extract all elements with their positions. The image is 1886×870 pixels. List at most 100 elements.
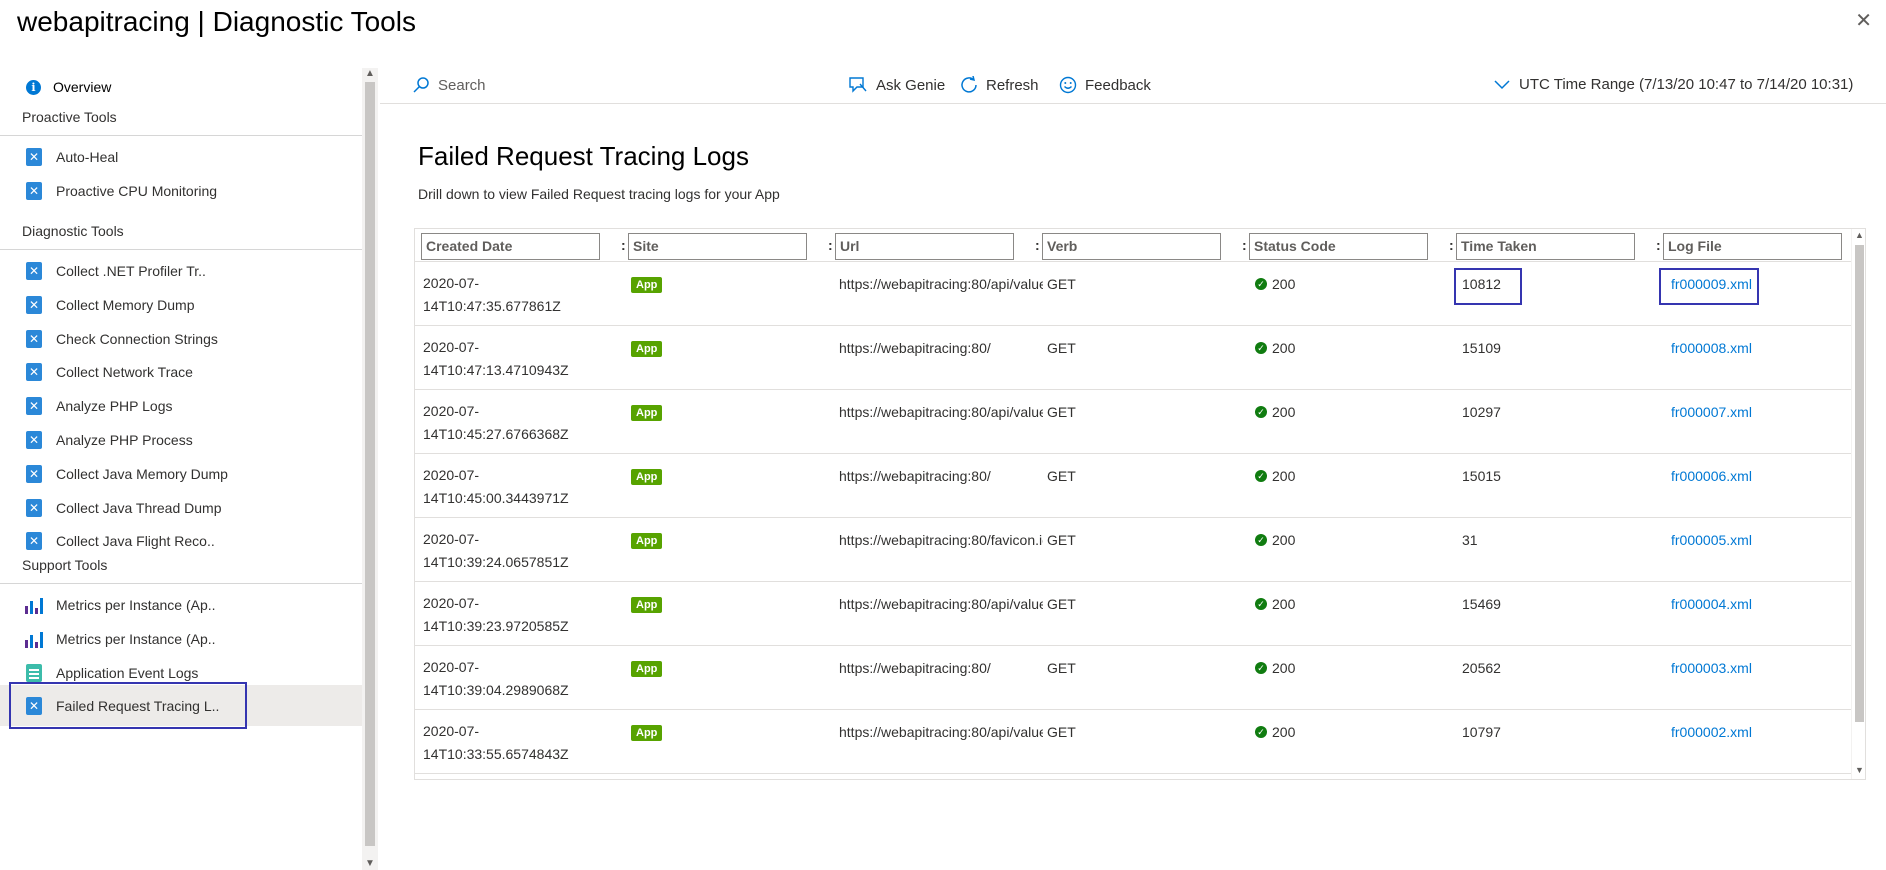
table-scrollbar[interactable]: ▲ ▼ bbox=[1851, 229, 1865, 779]
selection-highlight bbox=[9, 682, 247, 729]
column-header-site[interactable]: Site bbox=[628, 233, 807, 260]
created-date-line: 14T10:39:23.9720585Z bbox=[423, 618, 569, 634]
success-check-icon: ✓ bbox=[1255, 470, 1267, 482]
column-header-status-code[interactable]: Status Code bbox=[1249, 233, 1428, 260]
log-file-link[interactable]: fr000008.xml bbox=[1671, 340, 1752, 356]
status-cell: ✓ 200 bbox=[1255, 276, 1295, 292]
time-range-picker[interactable]: UTC Time Range (7/13/20 10:47 to 7/14/20… bbox=[1493, 76, 1853, 93]
site-cell: App bbox=[631, 339, 663, 357]
sidebar-item-label: Analyze PHP Logs bbox=[56, 397, 173, 414]
table-row[interactable]: 2020-07- 14T10:47:13.4710943Z App https://w… bbox=[415, 326, 1851, 390]
search-placeholder: Search bbox=[438, 76, 486, 94]
log-file-link[interactable]: fr000004.xml bbox=[1671, 596, 1752, 612]
column-resize-handle[interactable]: : bbox=[621, 237, 626, 253]
event-log-icon bbox=[26, 663, 42, 682]
search-input[interactable]: Search bbox=[412, 76, 486, 94]
command-bar: Search Ask Genie Refresh Feedback UTC Ti… bbox=[380, 68, 1886, 104]
created-date-cell: 2020-07- 14T10:47:35.677861Z bbox=[423, 272, 593, 318]
ask-genie-button[interactable]: Ask Genie bbox=[848, 76, 945, 94]
site-cell: App bbox=[631, 467, 663, 485]
verb-cell: GET bbox=[1047, 276, 1076, 292]
wrench-icon: ✕ bbox=[26, 329, 42, 348]
sidebar-item-label: Application Event Logs bbox=[56, 664, 199, 681]
sidebar-item-label: Metrics per Instance (Ap.. bbox=[56, 630, 216, 647]
site-badge: App bbox=[631, 725, 663, 741]
url-cell: https://webapitracing:80/api/values bbox=[839, 276, 1043, 292]
verb-cell: GET bbox=[1047, 404, 1076, 420]
verb-cell: GET bbox=[1047, 468, 1076, 484]
scroll-thumb[interactable] bbox=[365, 82, 375, 846]
log-file-highlight bbox=[1659, 268, 1759, 305]
title-bar: webapitracing | Diagnostic Tools ✕ bbox=[0, 0, 1886, 56]
table-row[interactable]: 2020-07- 14T10:39:23.9720585Z App https://w… bbox=[415, 582, 1851, 646]
sidebar-item-label: Collect .NET Profiler Tr.. bbox=[56, 262, 206, 279]
column-resize-handle[interactable]: : bbox=[1242, 237, 1247, 253]
status-cell: ✓ 200 bbox=[1255, 532, 1295, 548]
column-header-verb[interactable]: Verb bbox=[1042, 233, 1221, 260]
refresh-button[interactable]: Refresh bbox=[960, 76, 1039, 94]
created-date-line: 2020-07- bbox=[423, 403, 480, 419]
url-cell: https://webapitracing:80/ bbox=[839, 468, 991, 484]
created-date-line: 14T10:33:55.6574843Z bbox=[423, 746, 569, 762]
success-check-icon: ✓ bbox=[1255, 534, 1267, 546]
column-resize-handle[interactable]: : bbox=[828, 237, 833, 253]
time-taken-cell: 10297 bbox=[1462, 404, 1501, 420]
table-row[interactable]: 2020-07- 14T10:45:00.3443971Z App https://w… bbox=[415, 454, 1851, 518]
column-resize-handle[interactable]: : bbox=[1656, 237, 1661, 253]
sidebar-section-diagnostic-tools: Diagnostic Tools bbox=[0, 212, 362, 250]
sidebar-section-proactive-tools: Proactive Tools bbox=[0, 98, 362, 136]
site-badge: App bbox=[631, 661, 663, 677]
window-title: webapitracing | Diagnostic Tools bbox=[17, 6, 416, 37]
close-icon[interactable]: ✕ bbox=[1855, 8, 1872, 33]
column-resize-handle[interactable]: : bbox=[1035, 237, 1040, 253]
sidebar-item-label: Auto-Heal bbox=[56, 148, 119, 165]
time-taken-highlight bbox=[1454, 268, 1522, 305]
time-taken-cell: 20562 bbox=[1462, 660, 1501, 676]
created-date-cell: 2020-07- 14T10:33:55.6574843Z bbox=[423, 720, 593, 766]
scroll-down-icon[interactable]: ▼ bbox=[1855, 765, 1864, 775]
sidebar-section-support-tools: Support Tools bbox=[0, 546, 362, 584]
scroll-down-icon[interactable]: ▼ bbox=[365, 858, 375, 869]
table-row[interactable]: 2020-07- 14T10:45:27.6766368Z App https://w… bbox=[415, 390, 1851, 454]
wrench-icon: ✕ bbox=[26, 261, 42, 280]
wrench-icon: ✕ bbox=[26, 147, 42, 166]
table-row[interactable]: 2020-07- 14T10:33:55.6574843Z App https://w… bbox=[415, 710, 1851, 774]
verb-cell: GET bbox=[1047, 596, 1076, 612]
table-row[interactable]: 2020-07- 14T10:39:24.0657851Z App https://w… bbox=[415, 518, 1851, 582]
sidebar-scrollbar[interactable]: ▲ ▼ bbox=[362, 68, 378, 870]
log-file-link[interactable]: fr000005.xml bbox=[1671, 532, 1752, 548]
site-cell: App bbox=[631, 723, 663, 741]
created-date-line: 2020-07- bbox=[423, 339, 480, 355]
log-file-link[interactable]: fr000006.xml bbox=[1671, 468, 1752, 484]
table-row[interactable]: 2020-07- 14T10:39:04.2989068Z App https://w… bbox=[415, 646, 1851, 710]
url-cell: https://webapitracing:80/ bbox=[839, 660, 991, 676]
url-cell: https://webapitracing:80/favicon.ico bbox=[839, 532, 1043, 548]
site-badge: App bbox=[631, 277, 663, 293]
wrench-icon: ✕ bbox=[26, 498, 42, 517]
created-date-line: 14T10:45:00.3443971Z bbox=[423, 490, 569, 506]
status-cell: ✓ 200 bbox=[1255, 340, 1295, 356]
sidebar-item-label: Overview bbox=[53, 79, 112, 95]
column-header-log-file[interactable]: Log File bbox=[1663, 233, 1842, 260]
created-date-line: 14T10:47:13.4710943Z bbox=[423, 362, 569, 378]
created-date-line: 2020-07- bbox=[423, 531, 480, 547]
page-title: Failed Request Tracing Logs bbox=[418, 141, 749, 171]
verb-cell: GET bbox=[1047, 660, 1076, 676]
table-row[interactable]: 2020-07- 14T10:47:35.677861Z App https://we… bbox=[415, 262, 1851, 326]
sidebar-item-label: Collect Memory Dump bbox=[56, 296, 195, 313]
sidebar-item-label: Analyze PHP Process bbox=[56, 431, 193, 448]
sidebar-item-proactive-cpu-monitoring[interactable]: ✕ Proactive CPU Monitoring bbox=[0, 170, 362, 211]
column-header-time-taken[interactable]: Time Taken bbox=[1456, 233, 1635, 260]
smiley-icon bbox=[1059, 76, 1077, 94]
scroll-up-icon[interactable]: ▲ bbox=[1855, 230, 1864, 240]
log-file-link[interactable]: fr000007.xml bbox=[1671, 404, 1752, 420]
column-header-url[interactable]: Url bbox=[835, 233, 1014, 260]
feedback-button[interactable]: Feedback bbox=[1059, 76, 1151, 94]
log-file-link[interactable]: fr000003.xml bbox=[1671, 660, 1752, 676]
scroll-thumb[interactable] bbox=[1855, 245, 1864, 722]
scroll-up-icon[interactable]: ▲ bbox=[365, 68, 375, 79]
log-file-link[interactable]: fr000002.xml bbox=[1671, 724, 1752, 740]
created-date-line: 14T10:39:24.0657851Z bbox=[423, 554, 569, 570]
column-resize-handle[interactable]: : bbox=[1449, 237, 1454, 253]
column-header-created-date[interactable]: Created Date bbox=[421, 233, 600, 260]
